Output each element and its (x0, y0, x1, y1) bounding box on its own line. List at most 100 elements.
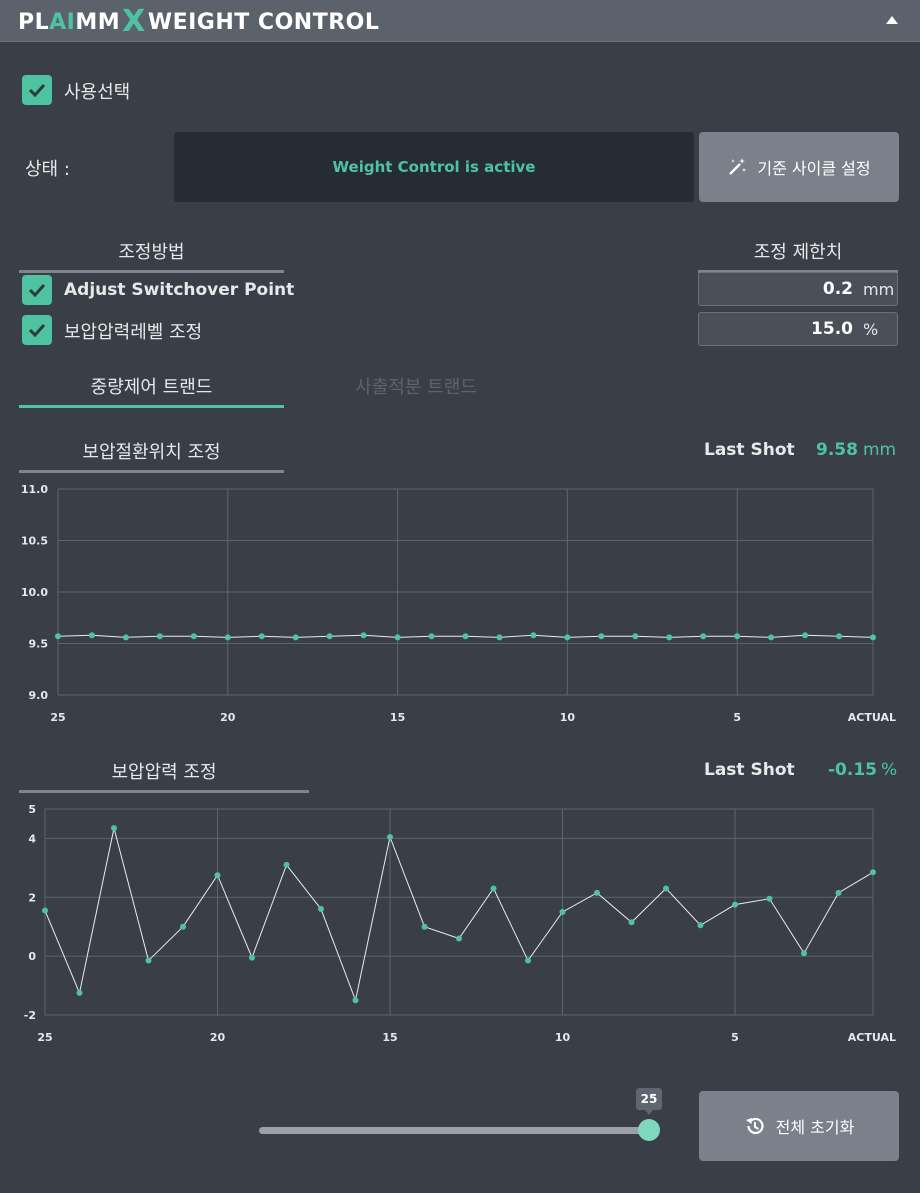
data-point (594, 889, 600, 896)
set-reference-cycle-button[interactable]: 기준 사이클 설정 (699, 132, 899, 202)
shot-count-slider-track[interactable] (259, 1127, 651, 1134)
data-point (490, 885, 497, 892)
data-point (190, 633, 197, 640)
history-icon (745, 1117, 764, 1135)
data-point (352, 997, 359, 1004)
hold-pressure-checkbox[interactable] (22, 315, 52, 345)
data-point (835, 889, 842, 896)
tab-injection-integral-trend[interactable]: 사출적분 트랜드 (300, 373, 532, 405)
y-tick-label: 10.5 (21, 535, 48, 548)
limit-percent-field[interactable]: 15.0 % (698, 312, 898, 346)
data-point (666, 634, 673, 641)
data-point (598, 633, 605, 640)
data-point (802, 632, 809, 639)
y-tick-label: 0 (28, 950, 36, 963)
data-point (224, 634, 231, 641)
chart2-last-shot-label: Last Shot (704, 760, 795, 780)
data-point (462, 633, 469, 640)
data-point (456, 935, 462, 942)
data-point (88, 632, 95, 639)
use-select-label: 사용선택 (64, 82, 131, 103)
adjust-switchover-checkbox[interactable] (22, 275, 52, 305)
x-tick-label: 20 (220, 711, 236, 724)
chart2-last-shot-unit: % (881, 760, 898, 780)
check-icon (28, 323, 46, 337)
x-tick-label: 25 (37, 1031, 52, 1044)
data-point (870, 869, 876, 876)
data-point (283, 861, 290, 868)
y-tick-label: 5 (28, 803, 36, 816)
chart1-last-shot-label: Last Shot (704, 440, 795, 460)
collapse-button[interactable] (884, 13, 900, 27)
set-reference-cycle-label: 기준 사이클 설정 (757, 159, 871, 178)
data-point (734, 633, 741, 640)
limit-percent-unit: % (863, 319, 879, 339)
y-tick-label: 9.0 (29, 689, 49, 702)
x-tick-label: 10 (555, 1031, 571, 1044)
y-tick-label: 11.0 (21, 483, 48, 496)
data-point (428, 633, 435, 640)
logo-mm: MM (75, 9, 121, 35)
triangle-up-icon (886, 16, 898, 24)
x-tick-label: 5 (733, 711, 741, 724)
data-point (870, 634, 876, 641)
data-point (732, 901, 738, 908)
data-point (156, 633, 163, 640)
x-tick-label: 20 (210, 1031, 226, 1044)
reset-all-label: 전체 초기화 (775, 1118, 855, 1137)
data-point (76, 989, 83, 996)
chart1-last-shot-value: 9.58 (816, 440, 858, 460)
data-point (525, 957, 531, 964)
use-select-checkbox[interactable] (22, 75, 52, 105)
reset-all-button[interactable]: 전체 초기화 (699, 1091, 899, 1161)
slider-value-tooltip: 25 (636, 1088, 662, 1115)
data-point (55, 633, 61, 640)
data-point (564, 634, 571, 641)
tab-weight-trend[interactable]: 중량제어 트랜드 (19, 373, 284, 408)
x-tick-label: 25 (50, 711, 65, 724)
data-point (768, 634, 775, 641)
shot-count-slider-thumb[interactable] (638, 1119, 660, 1141)
adjust-switchover-label: Adjust Switchover Point (64, 280, 295, 300)
status-message: Weight Control is active (332, 158, 536, 176)
y-tick-label: -2 (24, 1009, 36, 1022)
check-icon (28, 283, 46, 297)
data-point (801, 950, 807, 957)
data-point (180, 923, 186, 930)
limit-percent-value: 15.0 (811, 319, 853, 339)
status-label: 상태 : (25, 159, 70, 180)
switchover-position-chart: 11.0 10.5 10.0 9.5 9.025 20 15 10 5 ACTUAL (21, 483, 896, 724)
data-point (628, 919, 635, 926)
chart2-title: 보압압력 조정 (19, 758, 309, 793)
data-point (632, 633, 639, 640)
limit-mm-field[interactable]: 0.2 mm (698, 272, 898, 306)
data-point (111, 825, 117, 832)
y-tick-label: 9.5 (29, 638, 49, 651)
logo-pl: PL (18, 9, 50, 35)
data-point (122, 634, 129, 641)
data-point (292, 634, 299, 641)
data-point (326, 633, 333, 640)
x-tick-label: ACTUAL (848, 711, 896, 724)
chart2-last-shot-value: -0.15 (828, 760, 877, 780)
x-tick-label: 15 (382, 1031, 397, 1044)
data-point (697, 922, 704, 929)
y-tick-label: 4 (28, 832, 36, 845)
data-point (249, 954, 255, 961)
x-tick-label: 5 (731, 1031, 739, 1044)
magic-wand-icon (729, 158, 747, 175)
y-tick-label: 10.0 (21, 586, 48, 599)
adjust-limit-title: 조정 제한치 (698, 238, 898, 273)
data-point (258, 633, 265, 640)
data-point (214, 872, 221, 879)
y-tick-label: 2 (28, 891, 36, 904)
hold-pressure-label: 보압압력레벨 조정 (64, 322, 203, 343)
data-point (421, 923, 428, 930)
data-point (663, 885, 669, 892)
data-point (42, 907, 48, 914)
check-icon (28, 83, 46, 97)
status-display: Weight Control is active (174, 132, 694, 202)
limit-mm-unit: mm (863, 279, 895, 299)
x-tick-label: 10 (560, 711, 576, 724)
data-point (700, 633, 707, 640)
